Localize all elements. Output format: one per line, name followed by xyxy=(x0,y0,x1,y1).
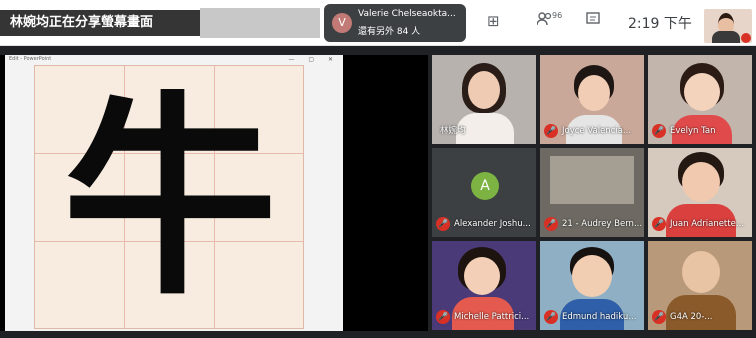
window-title: Edit - PowerPoint xyxy=(9,56,52,62)
join-notification[interactable]: V Valerie Chelseaokta... 還有另外 84 人 xyxy=(324,4,466,42)
powerpoint-window: Edit - PowerPoint — ▢ ✕ 牛 xyxy=(5,55,343,331)
participant-grid: 林婉均 🎤 Joyce Valencia... 🎤 Evelyn Tan A 🎤… xyxy=(432,55,756,338)
self-view-thumbnail[interactable] xyxy=(704,9,752,43)
notice-others: 還有另外 84 人 xyxy=(358,27,421,37)
layout-icon[interactable]: ⊞ xyxy=(487,12,500,30)
mic-off-icon: 🎤 xyxy=(436,310,450,324)
practice-grid: 牛 xyxy=(34,65,304,329)
participant-count: 96 xyxy=(552,11,563,20)
mic-off-icon: 🎤 xyxy=(544,217,558,231)
window-controls[interactable]: — ▢ ✕ xyxy=(288,56,339,63)
shared-screen: Edit - PowerPoint — ▢ ✕ 牛 xyxy=(0,55,428,331)
participant-name: G4A 20-... xyxy=(670,312,713,322)
participant-tile[interactable]: A 🎤 Alexander Joshu... xyxy=(432,148,536,237)
participant-name: 21 - Audrey Bern... xyxy=(562,219,643,229)
participant-tile[interactable]: 🎤 Evelyn Tan xyxy=(648,55,752,144)
participant-tile[interactable]: 林婉均 xyxy=(432,55,536,144)
participant-name: Evelyn Tan xyxy=(670,126,716,136)
mic-off-icon: 🎤 xyxy=(652,217,666,231)
participant-tile[interactable]: 🎤 21 - Audrey Bern... xyxy=(540,148,644,237)
mic-off-icon: 🎤 xyxy=(544,310,558,324)
participant-name: Edmund hadiku... xyxy=(562,312,637,322)
participant-name: 林婉均 xyxy=(440,126,466,136)
presenting-banner: 林婉均正在分享螢幕畫面 xyxy=(0,10,200,36)
chat-icon[interactable] xyxy=(586,12,600,30)
top-bar: 林婉均正在分享螢幕畫面 V Valerie Chelseaokta... 還有另… xyxy=(0,0,756,46)
presenter-strip xyxy=(200,8,320,38)
mic-off-icon: 🎤 xyxy=(544,124,558,138)
participant-name: Alexander Joshu... xyxy=(454,219,531,229)
participant-tile[interactable]: 🎤 Michelle Pattrici... xyxy=(432,241,536,330)
self-mic-off-icon xyxy=(741,33,751,43)
participant-tile[interactable]: 🎤 Juan Adrianette... xyxy=(648,148,752,237)
mic-off-icon: 🎤 xyxy=(436,217,450,231)
participant-name: Juan Adrianette... xyxy=(670,219,744,229)
chinese-character: 牛 xyxy=(62,71,278,324)
notice-name: Valerie Chelseaokta... xyxy=(358,9,456,19)
people-icon[interactable] xyxy=(536,12,553,30)
participant-name: Joyce Valencia... xyxy=(562,126,632,136)
participant-tile[interactable]: 🎤 Edmund hadiku... xyxy=(540,241,644,330)
participant-name: Michelle Pattrici... xyxy=(454,312,530,322)
clock: 2:19 下午 xyxy=(628,16,692,32)
participant-avatar: A xyxy=(471,172,499,200)
participant-tile[interactable]: 🎤 G4A 20-... xyxy=(648,241,752,330)
mic-off-icon: 🎤 xyxy=(652,124,666,138)
notice-avatar: V xyxy=(332,13,352,33)
mic-off-icon: 🎤 xyxy=(652,310,666,324)
participant-tile[interactable]: 🎤 Joyce Valencia... xyxy=(540,55,644,144)
